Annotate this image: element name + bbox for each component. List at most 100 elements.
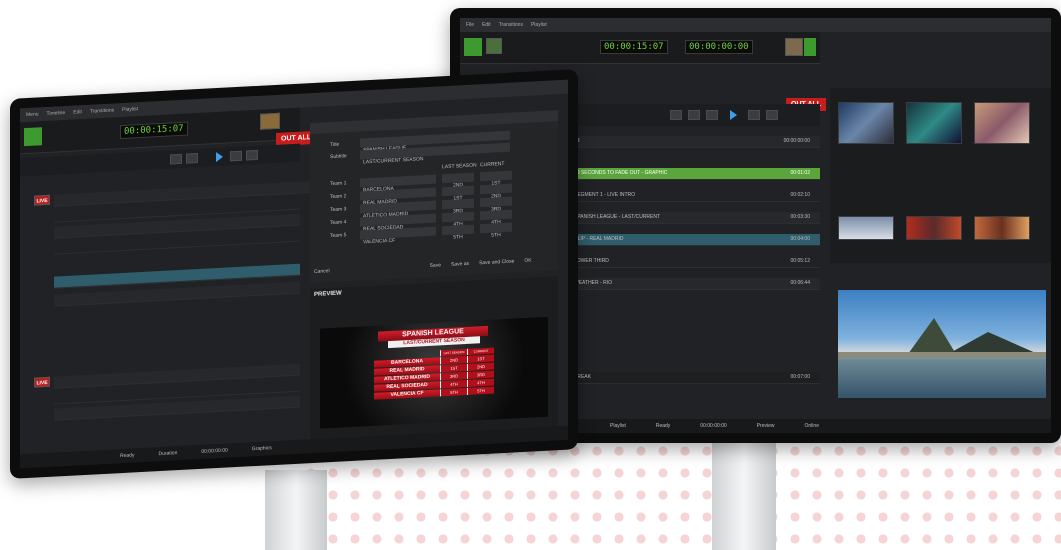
preview-cell: 1ST: [440, 363, 467, 373]
preview-cell: 3RD: [440, 371, 467, 381]
menu-item[interactable]: Menu: [26, 111, 39, 118]
output-thumbnail: [260, 112, 280, 130]
stop-icon[interactable]: [246, 149, 258, 161]
live-thumbnail: LIVE: [34, 376, 50, 388]
menu-item[interactable]: File: [466, 22, 474, 28]
media-thumbnail[interactable]: [838, 102, 894, 144]
preview-label: PREVIEW: [314, 290, 342, 298]
preview-cell: 1ST: [467, 354, 494, 363]
menu-item[interactable]: Edit: [482, 22, 491, 28]
team-label: Team 3: [330, 206, 347, 214]
position-field[interactable]: 2ND: [480, 183, 512, 200]
media-thumbnail[interactable]: [974, 216, 1030, 240]
menu-item[interactable]: Playlist: [531, 22, 547, 28]
team-field[interactable]: BARCELONA: [360, 174, 436, 193]
playlist-row[interactable]: BREAK 00:07:00: [570, 372, 820, 384]
timecode-display: 00:00:15:07: [600, 40, 668, 54]
media-thumbnail[interactable]: [838, 216, 894, 240]
status-text: 00:00:00:00: [700, 422, 727, 429]
preview-table: LAST SEASON CURRENT BARCELONA 2ND 1ST REAL …: [374, 347, 494, 400]
playlist-row[interactable]: SPANISH LEAGUE - LAST/CURRENT 00:03:30: [570, 212, 820, 224]
settings-icon[interactable]: [688, 110, 700, 120]
status-text: Preview: [756, 422, 775, 429]
list-icon[interactable]: [186, 153, 198, 164]
menu-item[interactable]: Playlist: [122, 106, 138, 113]
clip-thumbnail: [486, 38, 502, 54]
next-icon[interactable]: [748, 110, 760, 120]
data-panel: Title SPANISH LEAGUE Subtitle LAST/CURRE…: [310, 110, 558, 284]
column-header: LAST SEASON: [442, 162, 477, 171]
menu-item[interactable]: Transitions: [90, 107, 114, 114]
rewind-icon[interactable]: [170, 153, 182, 165]
menu-item[interactable]: Timeline: [47, 110, 66, 117]
playlist-row[interactable]: LOWER THIRD 00:05:12: [570, 256, 820, 268]
status-text: Ready: [120, 451, 135, 459]
loop-icon[interactable]: [706, 110, 718, 120]
preview-rows: BARCELONA 2ND 1ST REAL MADRID 1ST 2ND ATLETICO…: [374, 354, 494, 400]
playlist-row-active[interactable]: 10 SECONDS TO FADE OUT - GRAPHIC 00:01:02: [570, 168, 820, 180]
position-field[interactable]: 4TH: [480, 209, 512, 226]
playlist-row[interactable]: SEGMENT 1 - LIVE INTRO 00:02:10: [570, 190, 820, 202]
position-field[interactable]: 3RD: [480, 196, 512, 213]
back-monitor-stand: [712, 440, 776, 550]
playlist-row-selected[interactable]: CLIP - REAL MADRID 00:04:00: [570, 234, 820, 246]
position-field[interactable]: 5TH: [442, 224, 474, 241]
playlist-row[interactable]: 1800:00:00:00: [570, 136, 820, 148]
menu-bar: File Edit Transitions Playlist: [460, 18, 1051, 32]
playlist: 1800:00:00:00 10 SECONDS TO FADE OUT - G…: [570, 136, 820, 416]
preview-cell: 3RD: [467, 370, 494, 379]
team-label: Team 4: [330, 219, 347, 227]
status-text: Playlist: [610, 422, 626, 429]
preview-panel: PREVIEW SPANISH LEAGUE LAST/CURRENT SEAS…: [310, 276, 558, 440]
output-thumbnail: [785, 38, 803, 56]
stop-icon[interactable]: [766, 110, 778, 120]
position-field[interactable]: 1ST: [442, 185, 474, 202]
field-label: Title: [330, 141, 340, 149]
list-icon[interactable]: [670, 110, 682, 120]
take-button[interactable]: [24, 127, 42, 147]
play-icon[interactable]: [730, 110, 737, 120]
take-button[interactable]: [464, 38, 482, 56]
preview-cell: 5TH: [467, 386, 494, 395]
team-label: Team 2: [330, 193, 347, 201]
playlist-row[interactable]: WEATHER - RIO 00:06:44: [570, 278, 820, 290]
preview-cell: 2ND: [440, 355, 467, 365]
front-monitor: Menu Timeline Edit Transitions Playlist …: [10, 69, 578, 479]
mountain-shape: [948, 332, 1038, 354]
menu-item[interactable]: Edit: [73, 109, 82, 115]
menu-item[interactable]: Transitions: [499, 22, 523, 28]
position-field[interactable]: 1ST: [480, 170, 512, 187]
preview-cell: 4TH: [467, 378, 494, 387]
media-thumbnail[interactable]: [906, 102, 962, 144]
position-field[interactable]: 5TH: [480, 222, 512, 239]
status-text: Graphics: [251, 444, 272, 452]
timecode-display-secondary: 00:00:00:00: [685, 40, 753, 54]
preview-cell: 4TH: [440, 379, 467, 389]
status-text: 00:00:00:00: [201, 446, 228, 455]
preview-cell: 5TH: [440, 387, 467, 397]
position-field[interactable]: 4TH: [442, 211, 474, 228]
position-field[interactable]: 2ND: [442, 172, 474, 189]
save-close-button[interactable]: Save and Close: [479, 258, 514, 272]
position-field[interactable]: 3RD: [442, 198, 474, 215]
save-as-button[interactable]: Save as: [451, 261, 469, 274]
play-icon[interactable]: [216, 151, 223, 163]
cancel-button[interactable]: Cancel: [314, 268, 330, 281]
live-thumbnail: LIVE: [34, 194, 50, 206]
cue-button[interactable]: [804, 38, 816, 56]
front-screen: Menu Timeline Edit Transitions Playlist …: [20, 79, 568, 469]
playlist: LIVE LIVE: [20, 174, 334, 449]
video-preview: [838, 290, 1046, 398]
status-text: Duration: [158, 449, 178, 457]
media-browser: [830, 88, 1051, 263]
ok-button[interactable]: OK: [524, 258, 531, 270]
media-thumbnail[interactable]: [906, 216, 962, 240]
preview-cell: 2ND: [467, 362, 494, 371]
team-label: Team 5: [330, 232, 347, 240]
media-thumbnail[interactable]: [974, 102, 1030, 144]
save-button[interactable]: Save: [430, 262, 441, 275]
graphic-preview: SPANISH LEAGUE LAST/CURRENT SEASON LAST …: [320, 316, 548, 429]
timecode-display: 00:00:15:07: [120, 121, 188, 140]
transport-bar: 00:00:15:07 00:00:00:00: [460, 32, 820, 64]
next-icon[interactable]: [230, 150, 242, 162]
